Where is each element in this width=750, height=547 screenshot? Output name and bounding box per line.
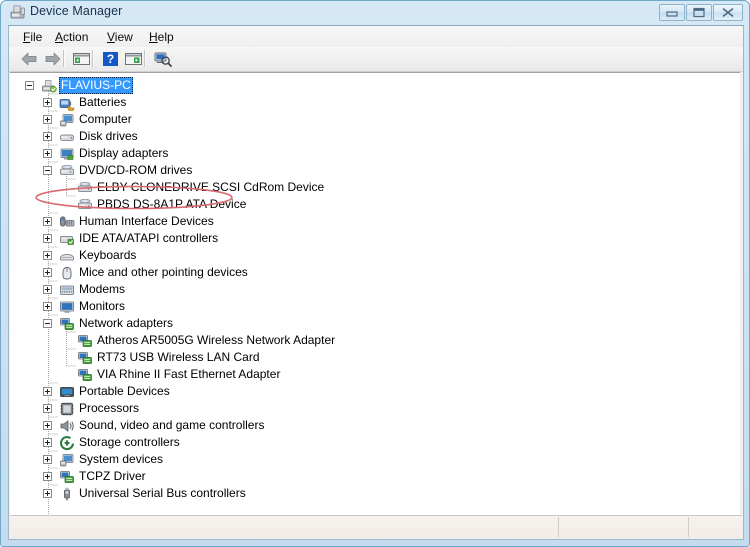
expand-toggle[interactable] xyxy=(43,285,52,294)
dvd-drive-icon xyxy=(59,163,75,179)
menu-bar: File Action View Help xyxy=(9,26,743,48)
expand-toggle[interactable] xyxy=(43,302,52,311)
system-device-icon xyxy=(59,452,75,468)
minimize-button[interactable] xyxy=(659,4,685,21)
device-manager-icon xyxy=(9,4,26,21)
tree-node-label: DVD/CD-ROM drives xyxy=(79,163,193,177)
expand-toggle[interactable] xyxy=(43,472,52,481)
hid-icon xyxy=(59,214,75,230)
expand-toggle[interactable] xyxy=(43,319,52,328)
device-manager-window: Device Manager File Action View Help ? F… xyxy=(0,0,750,547)
toolbar-separator xyxy=(92,50,94,67)
tree-root-label: FLAVIUS-PC xyxy=(59,77,133,94)
network-adapter-icon xyxy=(77,350,93,366)
storage-controller-icon xyxy=(59,435,75,451)
status-pane-secondary xyxy=(558,517,689,537)
disk-drive-icon xyxy=(59,129,75,145)
tree-node-label: Network adapters xyxy=(79,316,174,330)
tree-node-label: Disk drives xyxy=(79,129,138,143)
keyboard-icon xyxy=(59,248,75,264)
tree-node-label: System devices xyxy=(79,452,164,466)
computer-icon xyxy=(59,112,75,128)
modem-icon xyxy=(59,282,75,298)
usb-icon xyxy=(59,486,75,502)
expand-toggle[interactable] xyxy=(43,387,52,396)
show-hide-tree-button[interactable] xyxy=(71,49,92,69)
tree-node-label: Processors xyxy=(79,401,140,415)
menu-view[interactable]: View xyxy=(101,29,139,45)
expand-toggle[interactable] xyxy=(43,268,52,277)
monitor-icon xyxy=(59,299,75,315)
back-button[interactable] xyxy=(19,49,40,69)
window-title: Device Manager xyxy=(30,4,123,18)
maximize-button[interactable] xyxy=(686,4,712,21)
close-button[interactable] xyxy=(713,4,743,21)
expand-toggle[interactable] xyxy=(43,489,52,498)
expand-toggle[interactable] xyxy=(43,251,52,260)
tree-node-label: Mice and other pointing devices xyxy=(79,265,248,279)
menu-file[interactable]: File xyxy=(17,29,48,45)
tree-node-label: IDE ATA/ATAPI controllers xyxy=(79,231,219,245)
tree-node-label: Universal Serial Bus controllers xyxy=(79,486,246,500)
sound-icon xyxy=(59,418,75,434)
device-tree[interactable]: FLAVIUS-PC Batteries Computer Disk drives D… xyxy=(10,72,740,516)
computer-root-icon xyxy=(41,78,57,94)
display-adapter-icon xyxy=(59,146,75,162)
tree-node-label: Portable Devices xyxy=(79,384,170,398)
tree-node-label: VIA Rhine II Fast Ethernet Adapter xyxy=(97,367,281,381)
menu-help[interactable]: Help xyxy=(143,29,180,45)
expand-toggle[interactable] xyxy=(43,166,52,175)
tree-node-label: Atheros AR5005G Wireless Network Adapter xyxy=(97,333,336,347)
expand-toggle[interactable] xyxy=(43,234,52,243)
menu-action[interactable]: Action xyxy=(49,29,94,45)
title-bar[interactable]: Device Manager xyxy=(5,1,747,25)
root-collapse-toggle[interactable] xyxy=(25,81,34,90)
tree-node-label: Keyboards xyxy=(79,248,137,262)
svg-text:?: ? xyxy=(107,52,114,66)
network-adapter-icon xyxy=(77,333,93,349)
status-pane-tertiary xyxy=(688,517,743,537)
tree-node-label: Storage controllers xyxy=(79,435,180,449)
expand-toggle[interactable] xyxy=(43,149,52,158)
tree-node-label: Modems xyxy=(79,282,126,296)
expand-toggle[interactable] xyxy=(43,438,52,447)
forward-button[interactable] xyxy=(42,49,63,69)
tree-node-label: Display adapters xyxy=(79,146,169,160)
dvd-drive-icon xyxy=(77,180,93,196)
network-adapter-icon xyxy=(77,367,93,383)
status-bar xyxy=(10,515,742,538)
expand-toggle[interactable] xyxy=(43,217,52,226)
scan-hardware-button[interactable] xyxy=(152,49,173,69)
dvd-drive-icon xyxy=(77,197,93,213)
network-adapter-icon xyxy=(59,469,75,485)
expand-toggle[interactable] xyxy=(43,115,52,124)
mouse-icon xyxy=(59,265,75,281)
help-button[interactable]: ? xyxy=(100,49,121,69)
expand-toggle[interactable] xyxy=(43,455,52,464)
expand-toggle[interactable] xyxy=(43,132,52,141)
expand-toggle[interactable] xyxy=(43,421,52,430)
toolbar: ? xyxy=(9,47,743,72)
toolbar-separator xyxy=(144,50,146,67)
tree-node-label: Monitors xyxy=(79,299,126,313)
tree-node-label: Computer xyxy=(79,112,132,126)
portable-device-icon xyxy=(59,384,75,400)
properties-button[interactable] xyxy=(123,49,144,69)
client-area: File Action View Help ? FLAVIUS-PC Batte… xyxy=(8,25,744,540)
tree-node-label: RT73 USB Wireless LAN Card xyxy=(97,350,260,364)
tree-node-label: TCPZ Driver xyxy=(79,469,146,483)
status-pane-main xyxy=(10,517,558,537)
processor-icon xyxy=(59,401,75,417)
network-adapter-icon xyxy=(59,316,75,332)
tree-node-label: Batteries xyxy=(79,95,127,109)
tree-node-label: ELBY CLONEDRIVE SCSI CdRom Device xyxy=(97,180,325,194)
expand-toggle[interactable] xyxy=(43,98,52,107)
tree-node-label: Human Interface Devices xyxy=(79,214,214,228)
tree-node-label: PBDS DS-8A1P ATA Device xyxy=(97,197,247,211)
tree-node-label: Sound, video and game controllers xyxy=(79,418,265,432)
toolbar-separator xyxy=(63,50,65,67)
expand-toggle[interactable] xyxy=(43,404,52,413)
battery-icon xyxy=(59,95,75,112)
ide-controller-icon xyxy=(59,231,75,247)
